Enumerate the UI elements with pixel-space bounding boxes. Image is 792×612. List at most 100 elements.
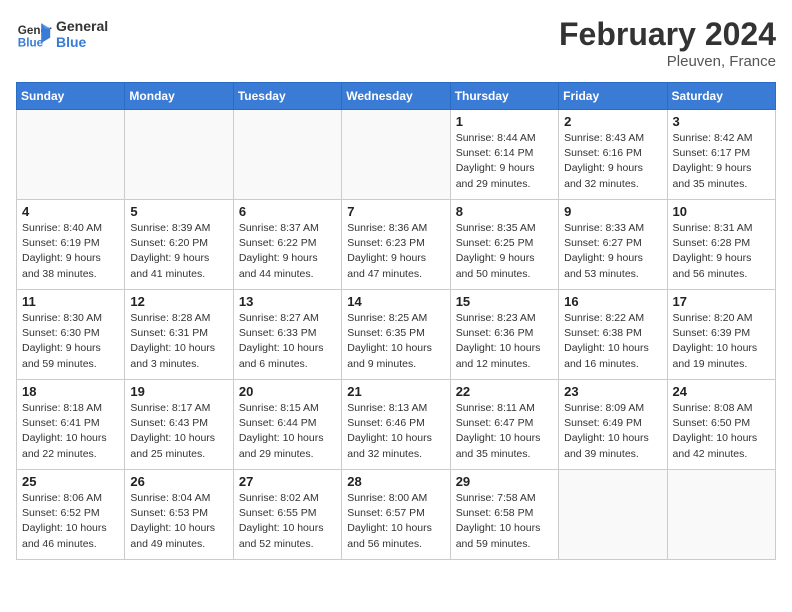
day-number: 21 <box>347 384 444 399</box>
day-info: Sunrise: 8:31 AMSunset: 6:28 PMDaylight:… <box>673 221 770 282</box>
logo: General Blue General Blue <box>16 16 108 52</box>
day-cell: 29 Sunrise: 7:58 AMSunset: 6:58 PMDayligh… <box>450 470 558 560</box>
day-number: 5 <box>130 204 227 219</box>
day-cell: 25 Sunrise: 8:06 AMSunset: 6:52 PMDayligh… <box>17 470 125 560</box>
day-cell: 6 Sunrise: 8:37 AMSunset: 6:22 PMDaylight… <box>233 200 341 290</box>
day-info: Sunrise: 8:18 AMSunset: 6:41 PMDaylight:… <box>22 401 119 462</box>
calendar-header-row: SundayMondayTuesdayWednesdayThursdayFrid… <box>17 83 776 110</box>
month-title: February 2024 <box>559 16 776 53</box>
day-cell: 24Sunrise: 8:08 AMSunset: 6:50 PMDayligh… <box>667 380 775 470</box>
day-info: Sunrise: 8:23 AMSunset: 6:36 PMDaylight:… <box>456 311 553 372</box>
day-number: 2 <box>564 114 661 129</box>
title-area: February 2024 Pleuven, France <box>559 16 776 70</box>
day-cell: 1Sunrise: 8:44 AMSunset: 6:14 PMDaylight… <box>450 110 558 200</box>
logo-general: General <box>56 18 108 34</box>
day-info: Sunrise: 8:00 AMSunset: 6:57 PMDaylight:… <box>347 491 444 552</box>
day-cell: 4 Sunrise: 8:40 AMSunset: 6:19 PMDaylight… <box>17 200 125 290</box>
day-cell <box>17 110 125 200</box>
day-info: Sunrise: 8:36 AMSunset: 6:23 PMDaylight:… <box>347 221 444 282</box>
day-cell: 10 Sunrise: 8:31 AMSunset: 6:28 PMDayligh… <box>667 200 775 290</box>
day-number: 18 <box>22 384 119 399</box>
day-cell: 23 Sunrise: 8:09 AMSunset: 6:49 PMDayligh… <box>559 380 667 470</box>
day-cell: 17 Sunrise: 8:20 AMSunset: 6:39 PMDayligh… <box>667 290 775 380</box>
day-info: Sunrise: 8:42 AMSunset: 6:17 PMDaylight:… <box>673 131 770 192</box>
day-cell: 14 Sunrise: 8:25 AMSunset: 6:35 PMDayligh… <box>342 290 450 380</box>
day-cell: 12 Sunrise: 8:28 AMSunset: 6:31 PMDayligh… <box>125 290 233 380</box>
day-cell: 26 Sunrise: 8:04 AMSunset: 6:53 PMDayligh… <box>125 470 233 560</box>
day-number: 26 <box>130 474 227 489</box>
day-cell: 5 Sunrise: 8:39 AMSunset: 6:20 PMDaylight… <box>125 200 233 290</box>
day-cell: 13Sunrise: 8:27 AMSunset: 6:33 PMDayligh… <box>233 290 341 380</box>
day-number: 19 <box>130 384 227 399</box>
day-number: 23 <box>564 384 661 399</box>
day-cell: 16Sunrise: 8:22 AMSunset: 6:38 PMDayligh… <box>559 290 667 380</box>
day-cell: 18 Sunrise: 8:18 AMSunset: 6:41 PMDayligh… <box>17 380 125 470</box>
day-number: 27 <box>239 474 336 489</box>
day-number: 17 <box>673 294 770 309</box>
day-cell: 2 Sunrise: 8:43 AMSunset: 6:16 PMDaylight… <box>559 110 667 200</box>
day-cell: 21 Sunrise: 8:13 AMSunset: 6:46 PMDayligh… <box>342 380 450 470</box>
day-cell: 20Sunrise: 8:15 AMSunset: 6:44 PMDayligh… <box>233 380 341 470</box>
day-number: 16 <box>564 294 661 309</box>
day-cell <box>233 110 341 200</box>
col-header-saturday: Saturday <box>667 83 775 110</box>
day-info: Sunrise: 8:13 AMSunset: 6:46 PMDaylight:… <box>347 401 444 462</box>
logo-blue: Blue <box>56 34 108 50</box>
logo-icon: General Blue <box>16 16 52 52</box>
day-info: Sunrise: 8:40 AMSunset: 6:19 PMDaylight:… <box>22 221 119 282</box>
day-number: 10 <box>673 204 770 219</box>
day-cell: 19Sunrise: 8:17 AMSunset: 6:43 PMDayligh… <box>125 380 233 470</box>
day-info: Sunrise: 8:28 AMSunset: 6:31 PMDaylight:… <box>130 311 227 372</box>
day-cell: 15 Sunrise: 8:23 AMSunset: 6:36 PMDayligh… <box>450 290 558 380</box>
day-number: 4 <box>22 204 119 219</box>
day-cell: 9 Sunrise: 8:33 AMSunset: 6:27 PMDaylight… <box>559 200 667 290</box>
day-number: 28 <box>347 474 444 489</box>
week-row-5: 25 Sunrise: 8:06 AMSunset: 6:52 PMDayligh… <box>17 470 776 560</box>
day-number: 29 <box>456 474 553 489</box>
page-header: General Blue General Blue February 2024 … <box>16 16 776 70</box>
week-row-4: 18 Sunrise: 8:18 AMSunset: 6:41 PMDayligh… <box>17 380 776 470</box>
location: Pleuven, France <box>559 53 776 70</box>
svg-text:Blue: Blue <box>18 37 44 50</box>
day-info: Sunrise: 8:37 AMSunset: 6:22 PMDaylight:… <box>239 221 336 282</box>
day-cell: 27 Sunrise: 8:02 AMSunset: 6:55 PMDayligh… <box>233 470 341 560</box>
day-info: Sunrise: 8:35 AMSunset: 6:25 PMDaylight:… <box>456 221 553 282</box>
week-row-3: 11Sunrise: 8:30 AMSunset: 6:30 PMDayligh… <box>17 290 776 380</box>
day-number: 15 <box>456 294 553 309</box>
day-cell: 28 Sunrise: 8:00 AMSunset: 6:57 PMDayligh… <box>342 470 450 560</box>
day-info: Sunrise: 8:20 AMSunset: 6:39 PMDaylight:… <box>673 311 770 372</box>
day-number: 6 <box>239 204 336 219</box>
day-number: 9 <box>564 204 661 219</box>
day-info: Sunrise: 8:25 AMSunset: 6:35 PMDaylight:… <box>347 311 444 372</box>
day-number: 14 <box>347 294 444 309</box>
day-cell: 3Sunrise: 8:42 AMSunset: 6:17 PMDaylight… <box>667 110 775 200</box>
week-row-2: 4 Sunrise: 8:40 AMSunset: 6:19 PMDaylight… <box>17 200 776 290</box>
day-info: Sunrise: 8:33 AMSunset: 6:27 PMDaylight:… <box>564 221 661 282</box>
day-cell <box>125 110 233 200</box>
day-info: Sunrise: 8:09 AMSunset: 6:49 PMDaylight:… <box>564 401 661 462</box>
day-cell <box>667 470 775 560</box>
day-info: Sunrise: 8:04 AMSunset: 6:53 PMDaylight:… <box>130 491 227 552</box>
day-cell <box>559 470 667 560</box>
day-number: 11 <box>22 294 119 309</box>
day-info: Sunrise: 8:44 AMSunset: 6:14 PMDaylight:… <box>456 131 553 192</box>
day-cell: 8 Sunrise: 8:35 AMSunset: 6:25 PMDaylight… <box>450 200 558 290</box>
day-number: 12 <box>130 294 227 309</box>
day-cell: 22Sunrise: 8:11 AMSunset: 6:47 PMDayligh… <box>450 380 558 470</box>
week-row-1: 1Sunrise: 8:44 AMSunset: 6:14 PMDaylight… <box>17 110 776 200</box>
col-header-wednesday: Wednesday <box>342 83 450 110</box>
day-info: Sunrise: 8:02 AMSunset: 6:55 PMDaylight:… <box>239 491 336 552</box>
day-number: 8 <box>456 204 553 219</box>
day-info: Sunrise: 8:43 AMSunset: 6:16 PMDaylight:… <box>564 131 661 192</box>
day-cell: 11Sunrise: 8:30 AMSunset: 6:30 PMDayligh… <box>17 290 125 380</box>
day-info: Sunrise: 8:08 AMSunset: 6:50 PMDaylight:… <box>673 401 770 462</box>
day-info: Sunrise: 8:15 AMSunset: 6:44 PMDaylight:… <box>239 401 336 462</box>
day-info: Sunrise: 7:58 AMSunset: 6:58 PMDaylight:… <box>456 491 553 552</box>
col-header-sunday: Sunday <box>17 83 125 110</box>
day-info: Sunrise: 8:39 AMSunset: 6:20 PMDaylight:… <box>130 221 227 282</box>
day-number: 7 <box>347 204 444 219</box>
day-number: 13 <box>239 294 336 309</box>
day-number: 25 <box>22 474 119 489</box>
day-info: Sunrise: 8:06 AMSunset: 6:52 PMDaylight:… <box>22 491 119 552</box>
day-cell <box>342 110 450 200</box>
